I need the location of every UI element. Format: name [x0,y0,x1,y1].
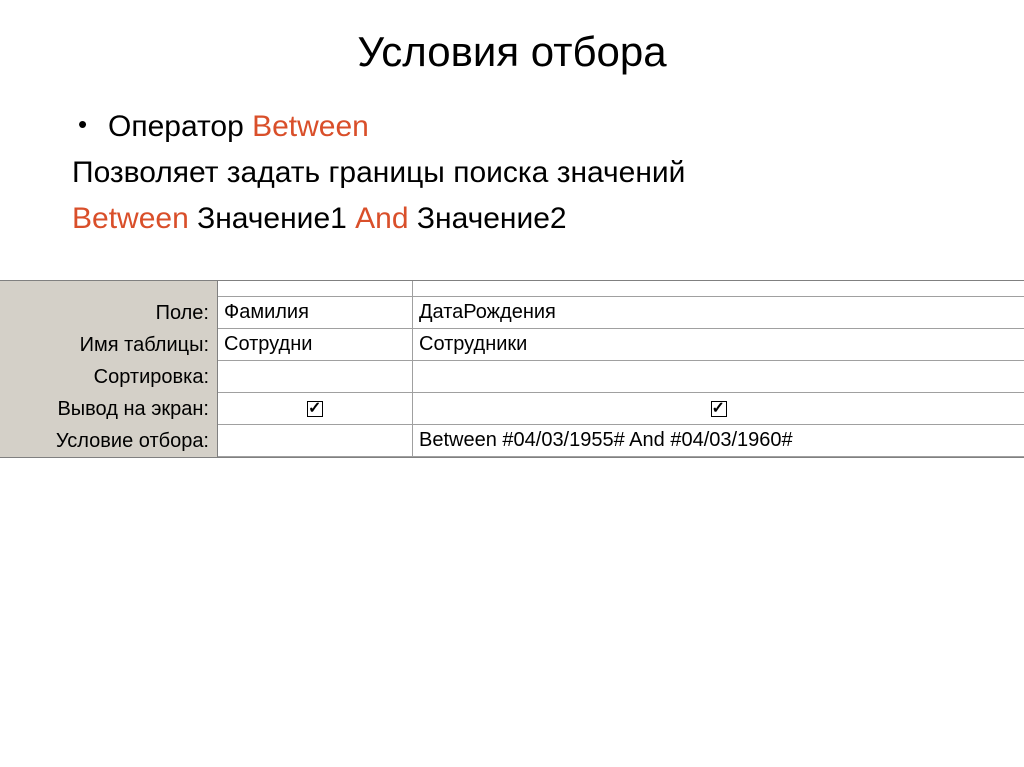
label-sort: Сортировка: [0,361,218,393]
label-table: Имя таблицы: [0,329,218,361]
query-design-grid: Поле: Фамилия ДатаРождения Имя таблицы: … [0,280,1024,458]
syntax-and: And [355,202,408,235]
checkbox-icon[interactable] [711,401,727,417]
field-col1[interactable]: Фамилия [218,297,413,329]
checkbox-icon[interactable] [307,401,323,417]
grid-header-spacer [0,281,1024,297]
table-col1[interactable]: Сотрудни [218,329,413,361]
label-criteria: Условие отбора: [0,425,218,457]
criteria-col1[interactable] [218,425,413,457]
show-col2[interactable] [413,393,1024,425]
slide-title: Условия отбора [0,0,1024,106]
header-cell-1 [218,281,413,297]
slide: Условия отбора • Оператор Between Позвол… [0,0,1024,767]
syntax-between: Between [72,202,189,235]
row-sort: Сортировка: [0,361,1024,393]
row-table: Имя таблицы: Сотрудни Сотрудники [0,329,1024,361]
criteria-col2[interactable]: Between #04/03/1955# And #04/03/1960# [413,425,1024,457]
bullet-marker: • [72,106,108,142]
header-cell-2 [413,281,1024,297]
table-col2[interactable]: Сотрудники [413,329,1024,361]
content-area: • Оператор Between Позволяет задать гран… [0,106,1024,240]
bullet-text: Оператор Between [108,106,964,148]
row-criteria: Условие отбора: Between #04/03/1955# And… [0,425,1024,457]
field-col2[interactable]: ДатаРождения [413,297,1024,329]
row-show: Вывод на экран: [0,393,1024,425]
description-line: Позволяет задать границы поиска значений [72,152,964,194]
sort-col2[interactable] [413,361,1024,393]
bullet-item: • Оператор Between [72,106,964,148]
syntax-value2: Значение2 [409,202,567,235]
label-cell-blank [0,281,218,297]
sort-col1[interactable] [218,361,413,393]
syntax-value1: Значение1 [189,202,355,235]
label-show: Вывод на экран: [0,393,218,425]
operator-name: Between [252,110,369,143]
operator-prefix: Оператор [108,110,252,143]
label-field: Поле: [0,297,218,329]
show-col1[interactable] [218,393,413,425]
syntax-line: Between Значение1 And Значение2 [72,198,964,240]
row-field: Поле: Фамилия ДатаРождения [0,297,1024,329]
